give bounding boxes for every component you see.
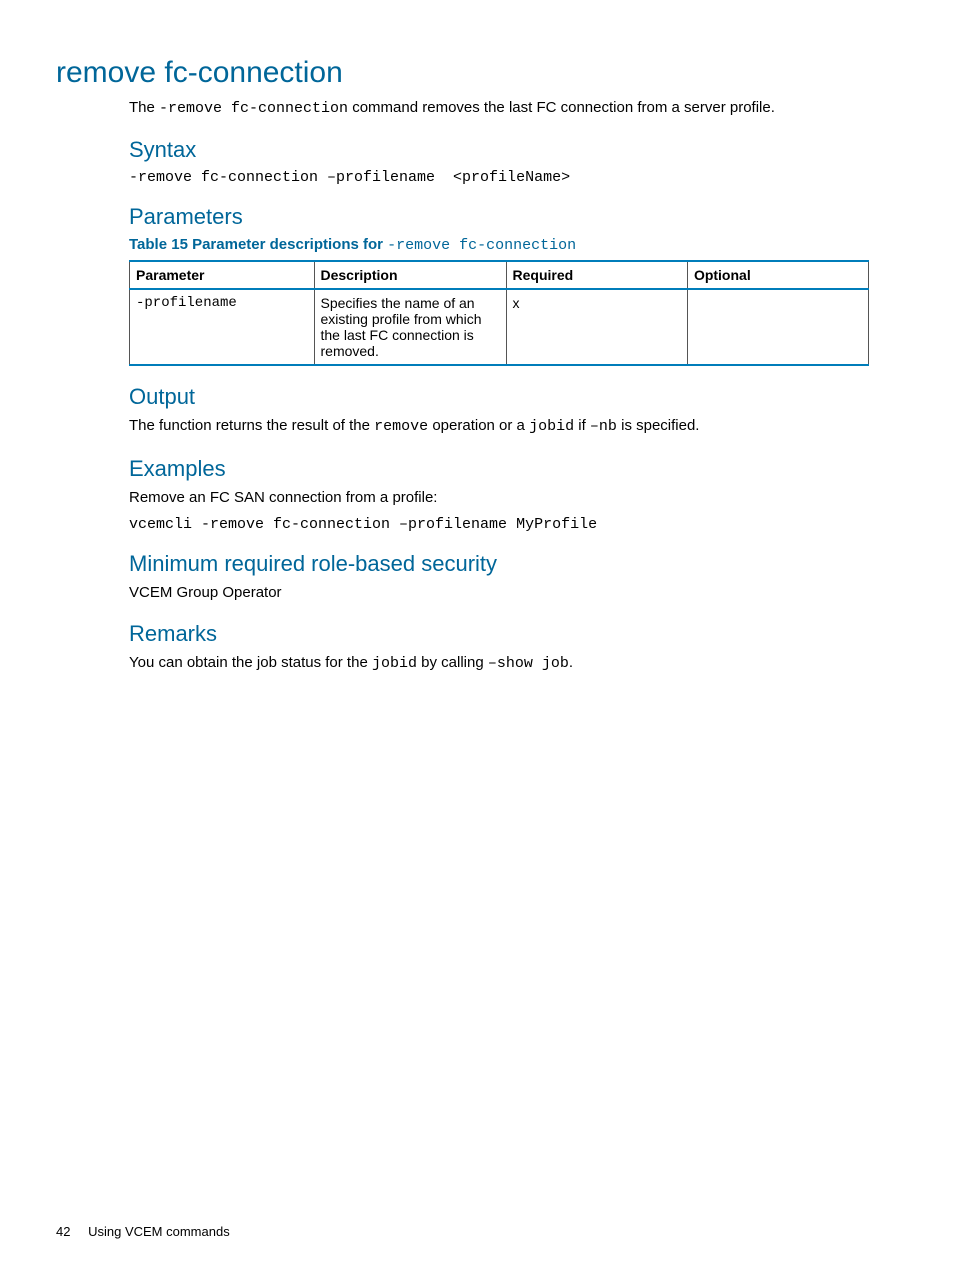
page-title: remove fc-connection xyxy=(56,56,874,90)
table-caption: Table 15 Parameter descriptions for -rem… xyxy=(129,236,874,254)
intro-pre: The xyxy=(129,99,159,116)
examples-heading: Examples xyxy=(129,456,874,482)
output-t2: operation or a xyxy=(428,417,529,434)
intro-post: command removes the last FC connection f… xyxy=(348,99,775,116)
table-row: -profilename Specifies the name of an ex… xyxy=(130,289,869,365)
remarks-t1: You can obtain the job status for the xyxy=(129,654,372,671)
remarks-t2: by calling xyxy=(417,654,488,671)
remarks-c2: –show job xyxy=(488,655,569,672)
output-c2: jobid xyxy=(529,418,574,435)
th-required: Required xyxy=(506,261,687,289)
page-footer: 42 Using VCEM commands xyxy=(56,1224,230,1239)
caption-code: -remove fc-connection xyxy=(387,237,576,254)
parameters-heading: Parameters xyxy=(129,204,874,230)
remarks-t3: . xyxy=(569,654,573,671)
examples-lead: Remove an FC SAN connection from a profi… xyxy=(129,488,874,508)
remarks-heading: Remarks xyxy=(129,621,874,647)
th-optional: Optional xyxy=(687,261,868,289)
caption-prefix: Table 15 Parameter descriptions for xyxy=(129,236,387,253)
intro-paragraph: The -remove fc-connection command remove… xyxy=(129,98,874,119)
page-number: 42 xyxy=(56,1224,70,1239)
th-parameter: Parameter xyxy=(130,261,315,289)
security-heading: Minimum required role-based security xyxy=(129,551,874,577)
output-paragraph: The function returns the result of the r… xyxy=(129,416,874,437)
output-c1: remove xyxy=(374,418,428,435)
remarks-c1: jobid xyxy=(372,655,417,672)
output-t1: The function returns the result of the xyxy=(129,417,374,434)
output-heading: Output xyxy=(129,384,874,410)
remarks-paragraph: You can obtain the job status for the jo… xyxy=(129,653,874,674)
syntax-code: -remove fc-connection –profilename <prof… xyxy=(129,169,874,186)
security-text: VCEM Group Operator xyxy=(129,583,874,603)
td-description: Specifies the name of an existing profil… xyxy=(314,289,506,365)
th-description: Description xyxy=(314,261,506,289)
td-optional xyxy=(687,289,868,365)
table-header-row: Parameter Description Required Optional xyxy=(130,261,869,289)
syntax-heading: Syntax xyxy=(129,137,874,163)
output-c3: –nb xyxy=(590,418,617,435)
output-t4: is specified. xyxy=(617,417,700,434)
td-required: x xyxy=(506,289,687,365)
chapter-title: Using VCEM commands xyxy=(88,1224,230,1239)
content: The -remove fc-connection command remove… xyxy=(129,98,874,674)
intro-code: -remove fc-connection xyxy=(159,100,348,117)
td-parameter: -profilename xyxy=(130,289,315,365)
output-t3: if xyxy=(574,417,590,434)
parameters-table: Parameter Description Required Optional … xyxy=(129,260,869,366)
page-body: remove fc-connection The -remove fc-conn… xyxy=(0,0,954,674)
examples-code: vcemcli -remove fc-connection –profilena… xyxy=(129,516,874,533)
